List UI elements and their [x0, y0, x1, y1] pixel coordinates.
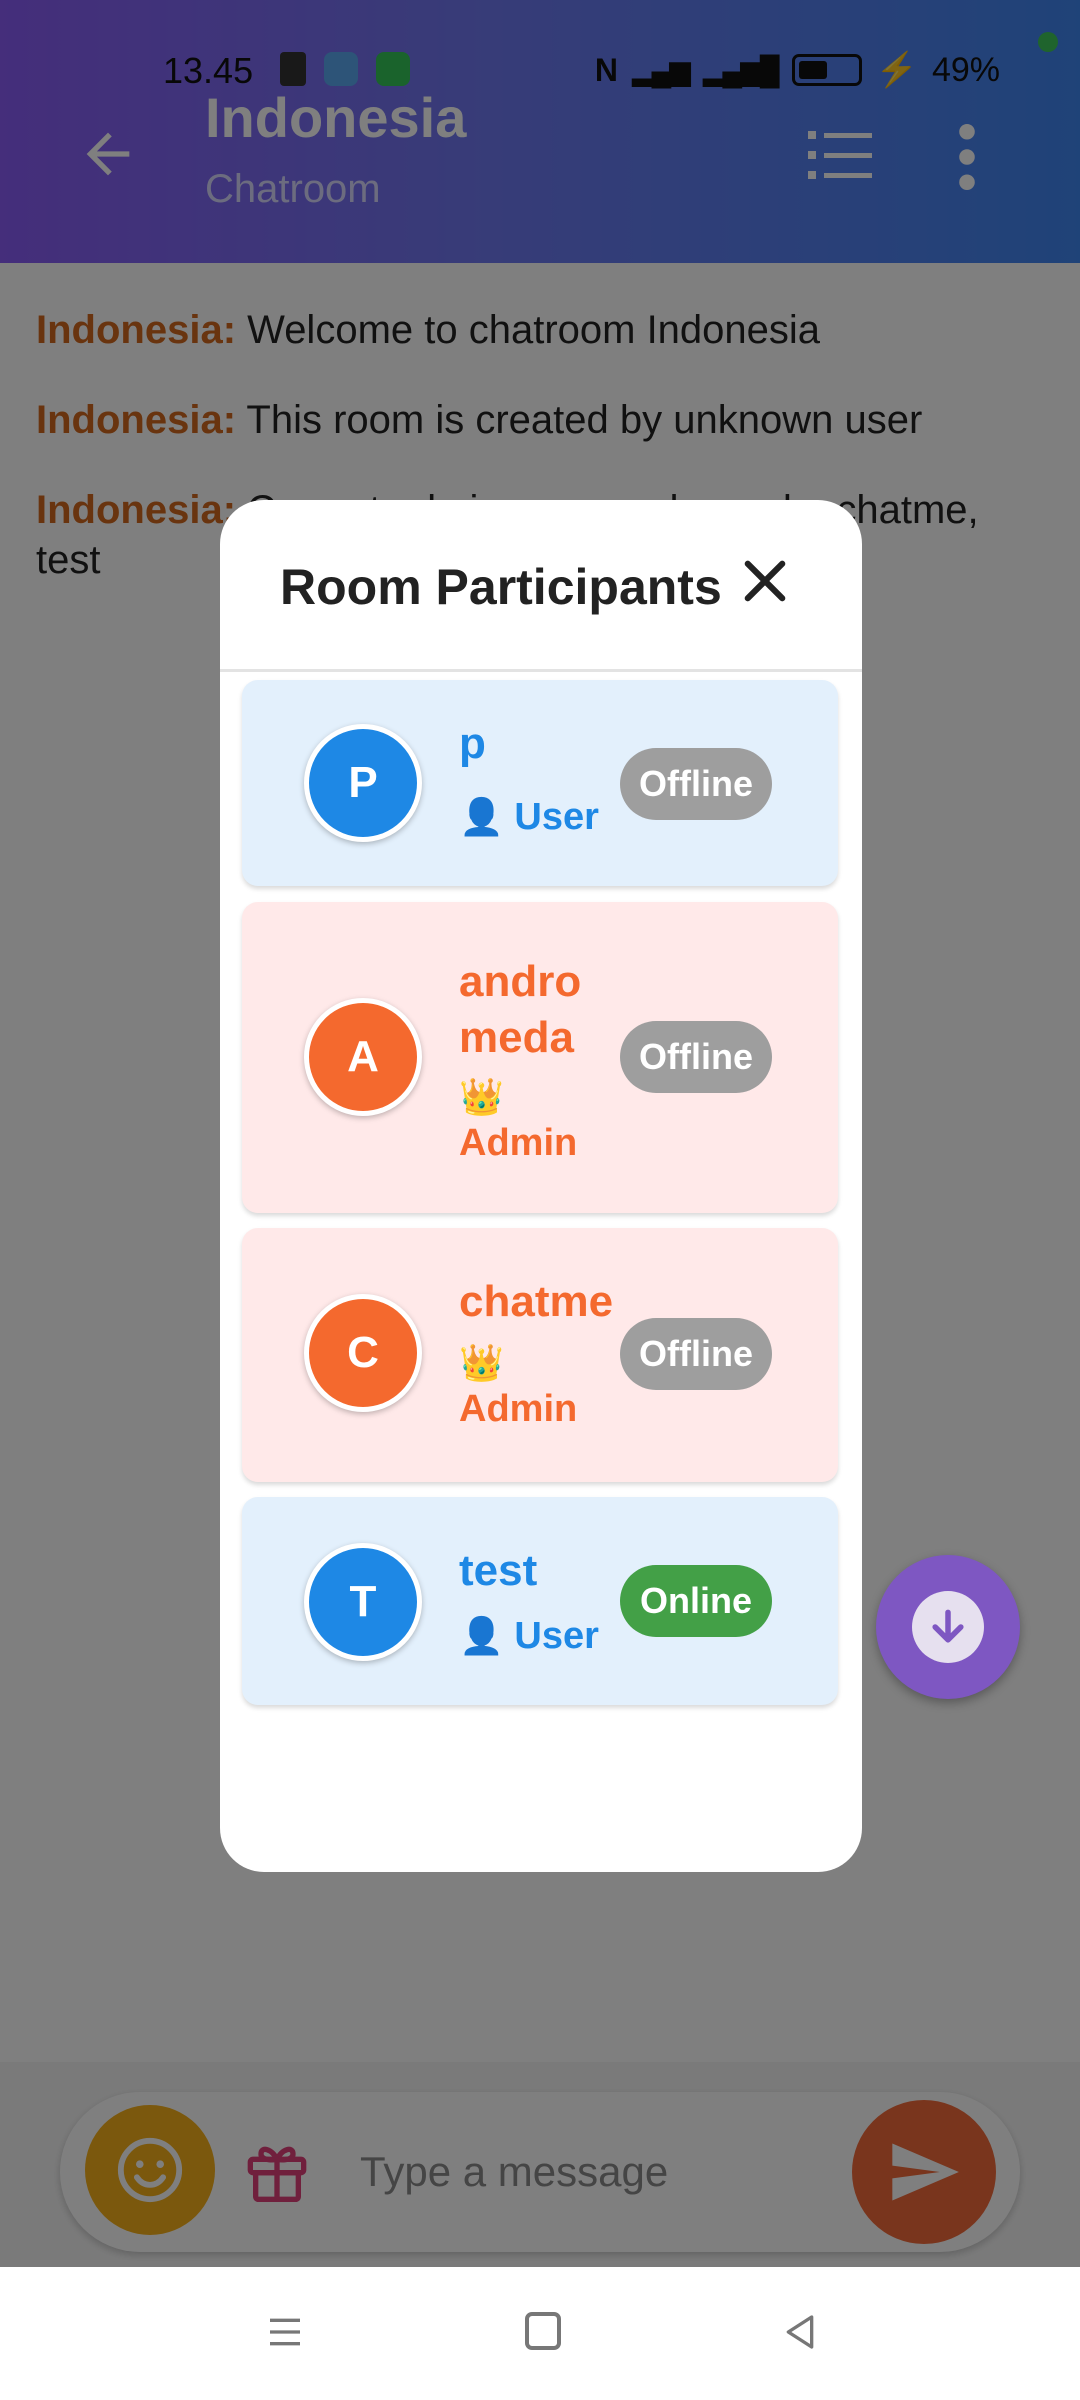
user-icon: 👤 — [459, 1615, 504, 1656]
avatar: C — [304, 1294, 422, 1412]
close-icon[interactable] — [742, 558, 788, 604]
home-icon[interactable] — [525, 2312, 561, 2350]
status-badge: Offline — [620, 1318, 772, 1390]
fab-inner — [912, 1591, 984, 1663]
participant-card[interactable]: C chatme 👑 Admin Offline — [242, 1228, 838, 1482]
avatar: A — [304, 998, 422, 1116]
nav-back-icon[interactable] — [780, 2312, 820, 2352]
participant-name: chatme — [459, 1277, 614, 1326]
participant-card[interactable]: A andro meda 👑 Admin Offline — [242, 902, 838, 1213]
status-badge: Offline — [620, 748, 772, 820]
participants-modal: Room Participants P p 👤 User Offline A a… — [220, 500, 862, 1872]
system-nav-bar — [0, 2267, 1080, 2400]
participant-name: p — [459, 719, 486, 768]
modal-title: Room Participants — [280, 559, 722, 615]
participant-card[interactable]: P p 👤 User Offline — [242, 680, 838, 886]
role-label: Admin — [459, 1388, 578, 1430]
role-label: User — [514, 796, 599, 838]
participant-role: 👤 User — [459, 1613, 599, 1659]
recent-apps-icon[interactable] — [265, 2312, 305, 2352]
crown-icon: 👑 — [459, 1342, 504, 1383]
participant-card[interactable]: T test 👤 User Online — [242, 1497, 838, 1705]
status-badge: Offline — [620, 1021, 772, 1093]
modal-header: Room Participants — [220, 500, 862, 672]
avatar: T — [304, 1543, 422, 1661]
scroll-down-button[interactable] — [876, 1555, 1020, 1699]
user-icon: 👤 — [459, 796, 504, 837]
participant-name: andro meda — [459, 957, 582, 1062]
avatar: P — [304, 724, 422, 842]
participant-role: 👤 User — [459, 794, 599, 840]
crown-icon: 👑 — [459, 1076, 504, 1117]
role-label: Admin — [459, 1122, 578, 1164]
participant-role: 👑 Admin — [459, 1340, 579, 1432]
participant-role: 👑 Admin — [459, 1074, 579, 1166]
status-badge: Online — [620, 1565, 772, 1637]
role-label: User — [514, 1615, 599, 1657]
arrow-down-icon — [932, 1609, 964, 1643]
participant-name: test — [459, 1546, 538, 1595]
